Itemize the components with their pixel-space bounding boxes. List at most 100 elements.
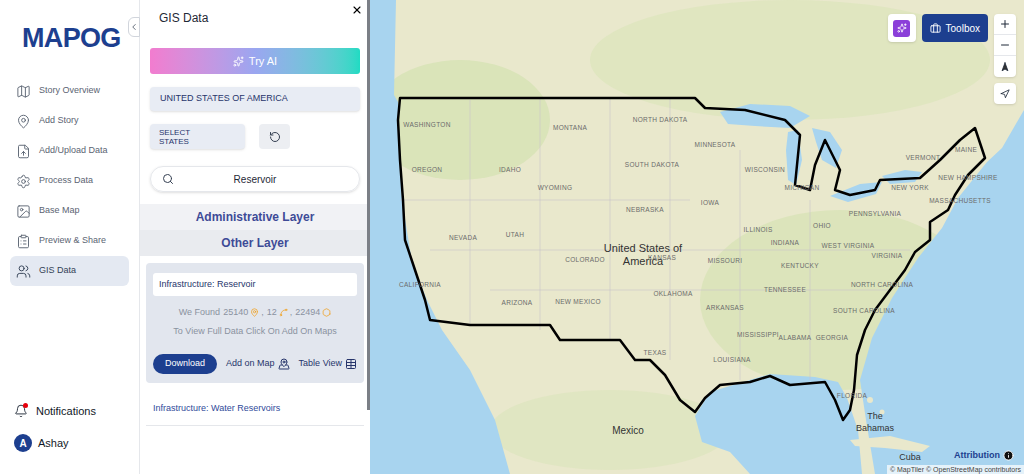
state-label: NORTH CAROLINA — [851, 281, 914, 288]
nav-item[interactable]: Story Overview — [10, 76, 129, 106]
state-label: TENNESSEE — [764, 286, 806, 293]
sparkle-icon — [233, 56, 244, 67]
state-label: ARIZONA — [502, 299, 533, 306]
ai-icon — [897, 23, 907, 33]
copyright: © MapTiler © OpenStreetMap contributors — [887, 465, 1024, 474]
scrollbar[interactable] — [367, 0, 370, 410]
action-icon — [278, 358, 290, 370]
close-icon[interactable] — [351, 4, 363, 16]
result-hint: To View Full Data Click On Add On Maps — [153, 325, 357, 339]
layer-section[interactable]: Administrative Layer — [140, 204, 370, 230]
country-label: United States of America — [603, 242, 683, 268]
state-label: WISCONSIN — [745, 166, 785, 173]
nav-icon — [16, 144, 31, 159]
nav-sidebar: MAPOG Story OverviewAdd StoryAdd/Upload D… — [0, 0, 140, 474]
country-selector[interactable]: UNITED STATES OF AMERICA — [150, 87, 360, 111]
point-icon — [250, 308, 259, 317]
nav-item[interactable]: GIS Data — [10, 256, 129, 286]
state-label: MONTANA — [553, 124, 587, 131]
state-label: TEXAS — [644, 349, 667, 356]
polygon-icon — [322, 308, 331, 317]
place-label: Cuba — [890, 451, 930, 463]
toolbox-button[interactable]: Toolbox — [922, 14, 988, 42]
state-label: COLORADO — [565, 256, 605, 263]
nav-item[interactable]: Base Map — [10, 196, 129, 226]
notifications[interactable]: Notifications — [14, 401, 139, 421]
minus-icon — [999, 39, 1011, 51]
state-label: OHIO — [813, 222, 831, 229]
state-label: WASHINGTON — [403, 121, 450, 128]
panel-header: GIS Data — [140, 0, 370, 36]
logo[interactable]: MAPOG — [22, 18, 121, 59]
result-title[interactable]: Infrastructure: Reservoir — [153, 273, 357, 296]
collapse-button[interactable] — [128, 17, 140, 37]
state-label: SOUTH DAKOTA — [625, 161, 680, 168]
place-label: The Bahamas — [850, 410, 900, 434]
search-field[interactable]: Reservoir — [150, 166, 360, 192]
state-label: OREGON — [412, 166, 443, 173]
action-icon — [345, 358, 357, 370]
state-label: LOUISIANA — [713, 356, 751, 363]
compass-button[interactable] — [994, 56, 1016, 77]
state-label: ILLINOIS — [743, 226, 772, 233]
user[interactable]: AAshay — [14, 433, 139, 453]
state-label: SOUTH CAROLINA — [833, 307, 895, 314]
ai-button[interactable] — [888, 14, 916, 42]
state-label: UTAH — [506, 231, 524, 238]
zoom-in-button[interactable] — [994, 14, 1016, 35]
refresh-icon — [269, 131, 281, 143]
info-icon — [1003, 450, 1014, 461]
state-label: VIRGINIA — [872, 252, 903, 259]
result-action[interactable]: Table View — [299, 357, 357, 371]
nav-item[interactable]: Add/Upload Data — [10, 136, 129, 166]
state-label: MAINE — [955, 146, 977, 153]
nav-icon — [16, 174, 31, 189]
state-label: PENNSYLVANIA — [849, 210, 902, 217]
gis-panel: GIS Data Try AI UNITED STATES OF AMERICA SE… — [140, 0, 370, 474]
state-label: VERMONT — [906, 154, 941, 161]
zoom-controls — [994, 14, 1016, 77]
nav-icon — [16, 264, 31, 279]
result-card: Infrastructure: Reservoir We Found25140,1… — [146, 263, 364, 383]
app: MAPOG Story OverviewAdd StoryAdd/Upload D… — [0, 0, 1024, 474]
attribution[interactable]: Attribution — [954, 449, 1014, 463]
state-label: ARKANSAS — [706, 304, 744, 311]
state-label: KENTUCKY — [781, 262, 819, 269]
select-states-button[interactable]: SELECT STATES — [150, 124, 245, 149]
state-label: FLORIDA — [837, 392, 868, 399]
logo-area: MAPOG — [0, 0, 139, 76]
plus-icon — [999, 18, 1011, 30]
result-link[interactable]: Infrastructure: Water Reservoirs — [146, 394, 364, 426]
state-label: MINNESOTA — [695, 141, 736, 148]
found-counts: We Found25140,12,22494 — [153, 306, 357, 320]
nav-icon — [16, 84, 31, 99]
state-label: NEW MEXICO — [555, 298, 601, 305]
reset-button[interactable] — [259, 124, 290, 149]
unread-dot — [23, 403, 28, 408]
download-button[interactable]: Download — [153, 354, 217, 374]
state-label: WEST VIRGINIA — [822, 242, 875, 249]
briefcase-icon — [930, 23, 941, 34]
locate-button[interactable] — [994, 83, 1016, 104]
state-label: ALABAMA — [779, 334, 812, 341]
base-map[interactable]: WASHINGTONOREGONCALIFORNIANEVADAIDAHOMON… — [370, 0, 1024, 474]
nav-item[interactable]: Preview & Share — [10, 226, 129, 256]
try-ai-button[interactable]: Try AI — [150, 48, 360, 74]
state-label: GEORGIA — [816, 334, 849, 341]
state-label: IOWA — [701, 199, 720, 206]
result-action[interactable]: Add on Map — [226, 357, 290, 371]
state-label: MASSACHUSETTS — [929, 197, 991, 204]
zoom-out-button[interactable] — [994, 35, 1016, 56]
nav-item[interactable]: Process Data — [10, 166, 129, 196]
compass-icon — [1000, 62, 1010, 72]
nav-icon — [16, 114, 31, 129]
state-label: INDIANA — [771, 239, 800, 246]
state-label: MISSISSIPPI — [737, 331, 779, 338]
line-icon — [279, 308, 288, 317]
map[interactable]: WASHINGTONOREGONCALIFORNIANEVADAIDAHOMON… — [370, 0, 1024, 474]
nav-icon — [16, 204, 31, 219]
nav-item[interactable]: Add Story — [10, 106, 129, 136]
layer-section[interactable]: Other Layer — [140, 230, 370, 256]
place-label: Mexico — [598, 425, 658, 437]
locate-icon — [1000, 89, 1010, 99]
